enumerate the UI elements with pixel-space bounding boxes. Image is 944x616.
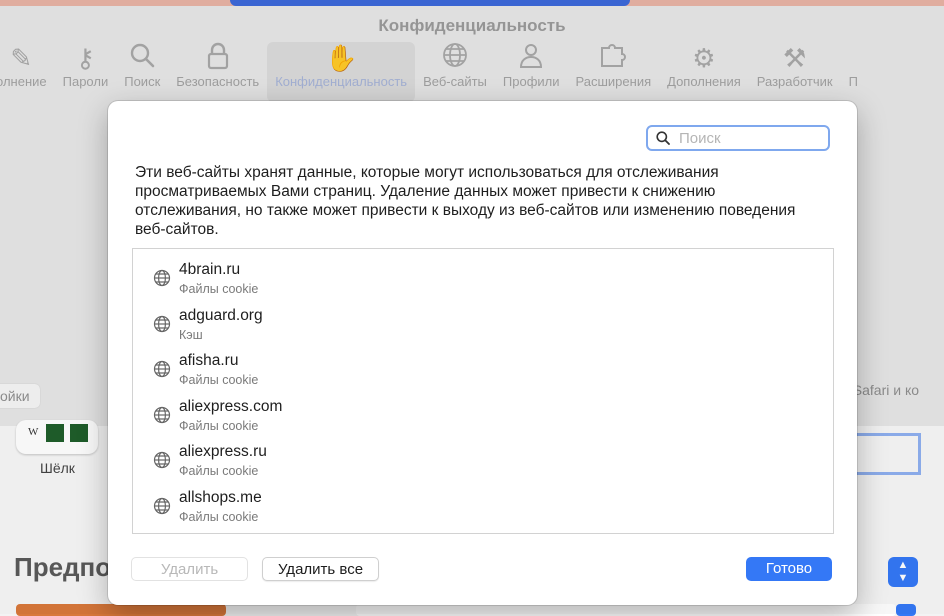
- dialog-description: Эти веб-сайты хранят данные, которые мог…: [135, 164, 796, 238]
- site-data-type: Кэш: [179, 328, 203, 342]
- site-name: aliexpress.ru: [179, 443, 267, 460]
- globe-icon: [153, 406, 171, 424]
- search-icon: [656, 131, 670, 145]
- list-item[interactable]: allshops.me Файлы cookie: [133, 481, 833, 527]
- globe-icon: [153, 269, 171, 287]
- list-item[interactable]: afisha.ru Файлы cookie: [133, 344, 833, 390]
- site-data-type: Файлы cookie: [179, 373, 259, 387]
- done-button[interactable]: Готово: [746, 557, 832, 581]
- site-data-type: Файлы cookie: [179, 282, 259, 296]
- site-data-type: Файлы cookie: [179, 510, 259, 524]
- globe-icon: [153, 451, 171, 469]
- globe-icon: [153, 315, 171, 333]
- search-field[interactable]: [646, 125, 830, 151]
- globe-icon: [153, 360, 171, 378]
- list-item[interactable]: aliexpress.ru Файлы cookie: [133, 435, 833, 481]
- site-data-type: Файлы cookie: [179, 419, 259, 433]
- site-name: adguard.org: [179, 307, 263, 324]
- site-name: aliexpress.com: [179, 398, 283, 415]
- delete-all-button[interactable]: Удалить все: [262, 557, 379, 581]
- site-name: allshops.me: [179, 489, 262, 506]
- list-item[interactable]: 4brain.ru Файлы cookie: [133, 253, 833, 299]
- site-data-type: Файлы cookie: [179, 464, 259, 478]
- list-item[interactable]: aliexpress.com Файлы cookie: [133, 390, 833, 436]
- site-name: 4brain.ru: [179, 261, 241, 278]
- site-name: afisha.ru: [179, 352, 239, 369]
- website-data-dialog: Эти веб-сайты хранят данные, которые мог…: [108, 101, 857, 605]
- list-item[interactable]: adguard.org Кэш: [133, 299, 833, 345]
- globe-icon: [153, 497, 171, 515]
- delete-button[interactable]: Удалить: [131, 557, 248, 581]
- search-input[interactable]: [677, 128, 821, 148]
- website-list[interactable]: 4brain.ru Файлы cookie adguard.org Кэш a…: [132, 248, 834, 534]
